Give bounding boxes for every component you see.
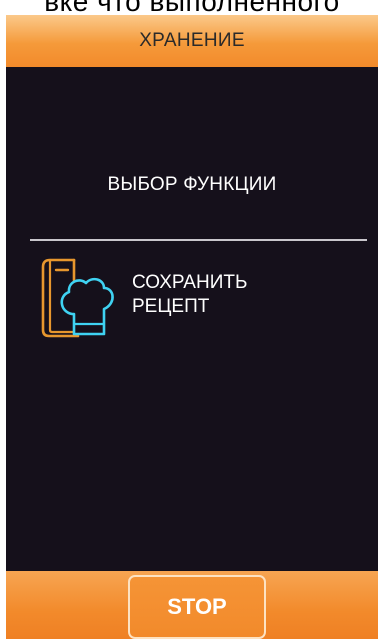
header-title: ХРАНЕНИЕ	[139, 30, 245, 51]
recipe-book-chef-hat-icon	[41, 258, 114, 338]
save-recipe-label-line1: СОХРАНИТЬ	[132, 272, 248, 293]
device-screen: ХРАНЕНИЕ ВЫБОР ФУНКЦИИ СОХРАНИТЬ РЕЦЕПТ …	[6, 15, 378, 639]
stop-button[interactable]: STOP	[128, 575, 266, 639]
save-recipe-option[interactable]: СОХРАНИТЬ РЕЦЕПТ	[30, 249, 330, 341]
header-bar: ХРАНЕНИЕ	[6, 15, 378, 67]
caption-text: вке что выполненного	[0, 0, 384, 15]
divider	[30, 239, 367, 241]
top-caption-strip: вке что выполненного	[0, 0, 384, 15]
save-recipe-label-line2: РЕЦЕПТ	[132, 296, 210, 317]
section-title: ВЫБОР ФУНКЦИИ	[107, 174, 277, 195]
save-recipe-label: СОХРАНИТЬ РЕЦЕПТ	[132, 271, 322, 319]
